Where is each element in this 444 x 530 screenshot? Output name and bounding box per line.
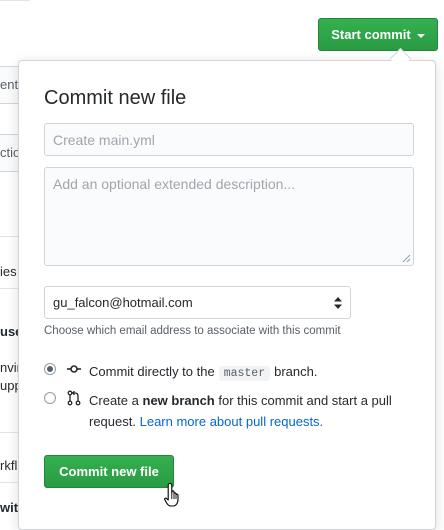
background-text-fragment: rkfl (0, 458, 18, 473)
new-branch-prefix: Create a (89, 393, 139, 408)
email-select-value: gu_falcon@hotmail.com (53, 295, 193, 310)
commit-description-textarea[interactable] (44, 167, 414, 266)
caret-down-icon (416, 33, 425, 38)
commit-new-file-button[interactable]: Commit new file (44, 455, 174, 488)
resize-grip-icon[interactable] (401, 253, 411, 263)
branch-name: master (218, 366, 271, 381)
email-hint: Choose which email address to associate … (44, 325, 341, 337)
email-select[interactable]: gu_falcon@hotmail.com (44, 286, 351, 319)
learn-more-pull-requests-link[interactable]: Learn more about pull requests. (140, 414, 324, 429)
background-text-fragment: ies (0, 264, 17, 279)
commit-direct-option[interactable]: Commit directly to the master branch. (44, 361, 318, 384)
commit-summary-input[interactable] (44, 123, 414, 156)
commit-direct-label: Commit directly to the master branch. (89, 361, 318, 384)
select-updown-icon (334, 296, 342, 309)
hand-pointer-cursor (164, 482, 179, 507)
new-branch-label: Create a new branch for this commit and … (89, 390, 404, 432)
pull-request-icon (67, 390, 81, 406)
new-branch-bold: new branch (142, 393, 215, 408)
start-commit-button[interactable]: Start commit (318, 18, 438, 51)
commit-icon (67, 365, 81, 373)
commit-direct-radio[interactable] (44, 363, 56, 375)
background-divider (0, 0, 30, 1)
commit-popover: Commit new file gu_falcon@hotmail.com Ch… (18, 60, 436, 530)
new-branch-option[interactable]: Create a new branch for this commit and … (44, 390, 404, 432)
new-branch-radio[interactable] (44, 392, 56, 404)
popover-title: Commit new file (44, 87, 187, 109)
commit-direct-prefix: Commit directly to the (89, 364, 215, 379)
commit-direct-suffix: branch. (274, 364, 318, 379)
start-commit-label: Start commit (331, 27, 411, 42)
